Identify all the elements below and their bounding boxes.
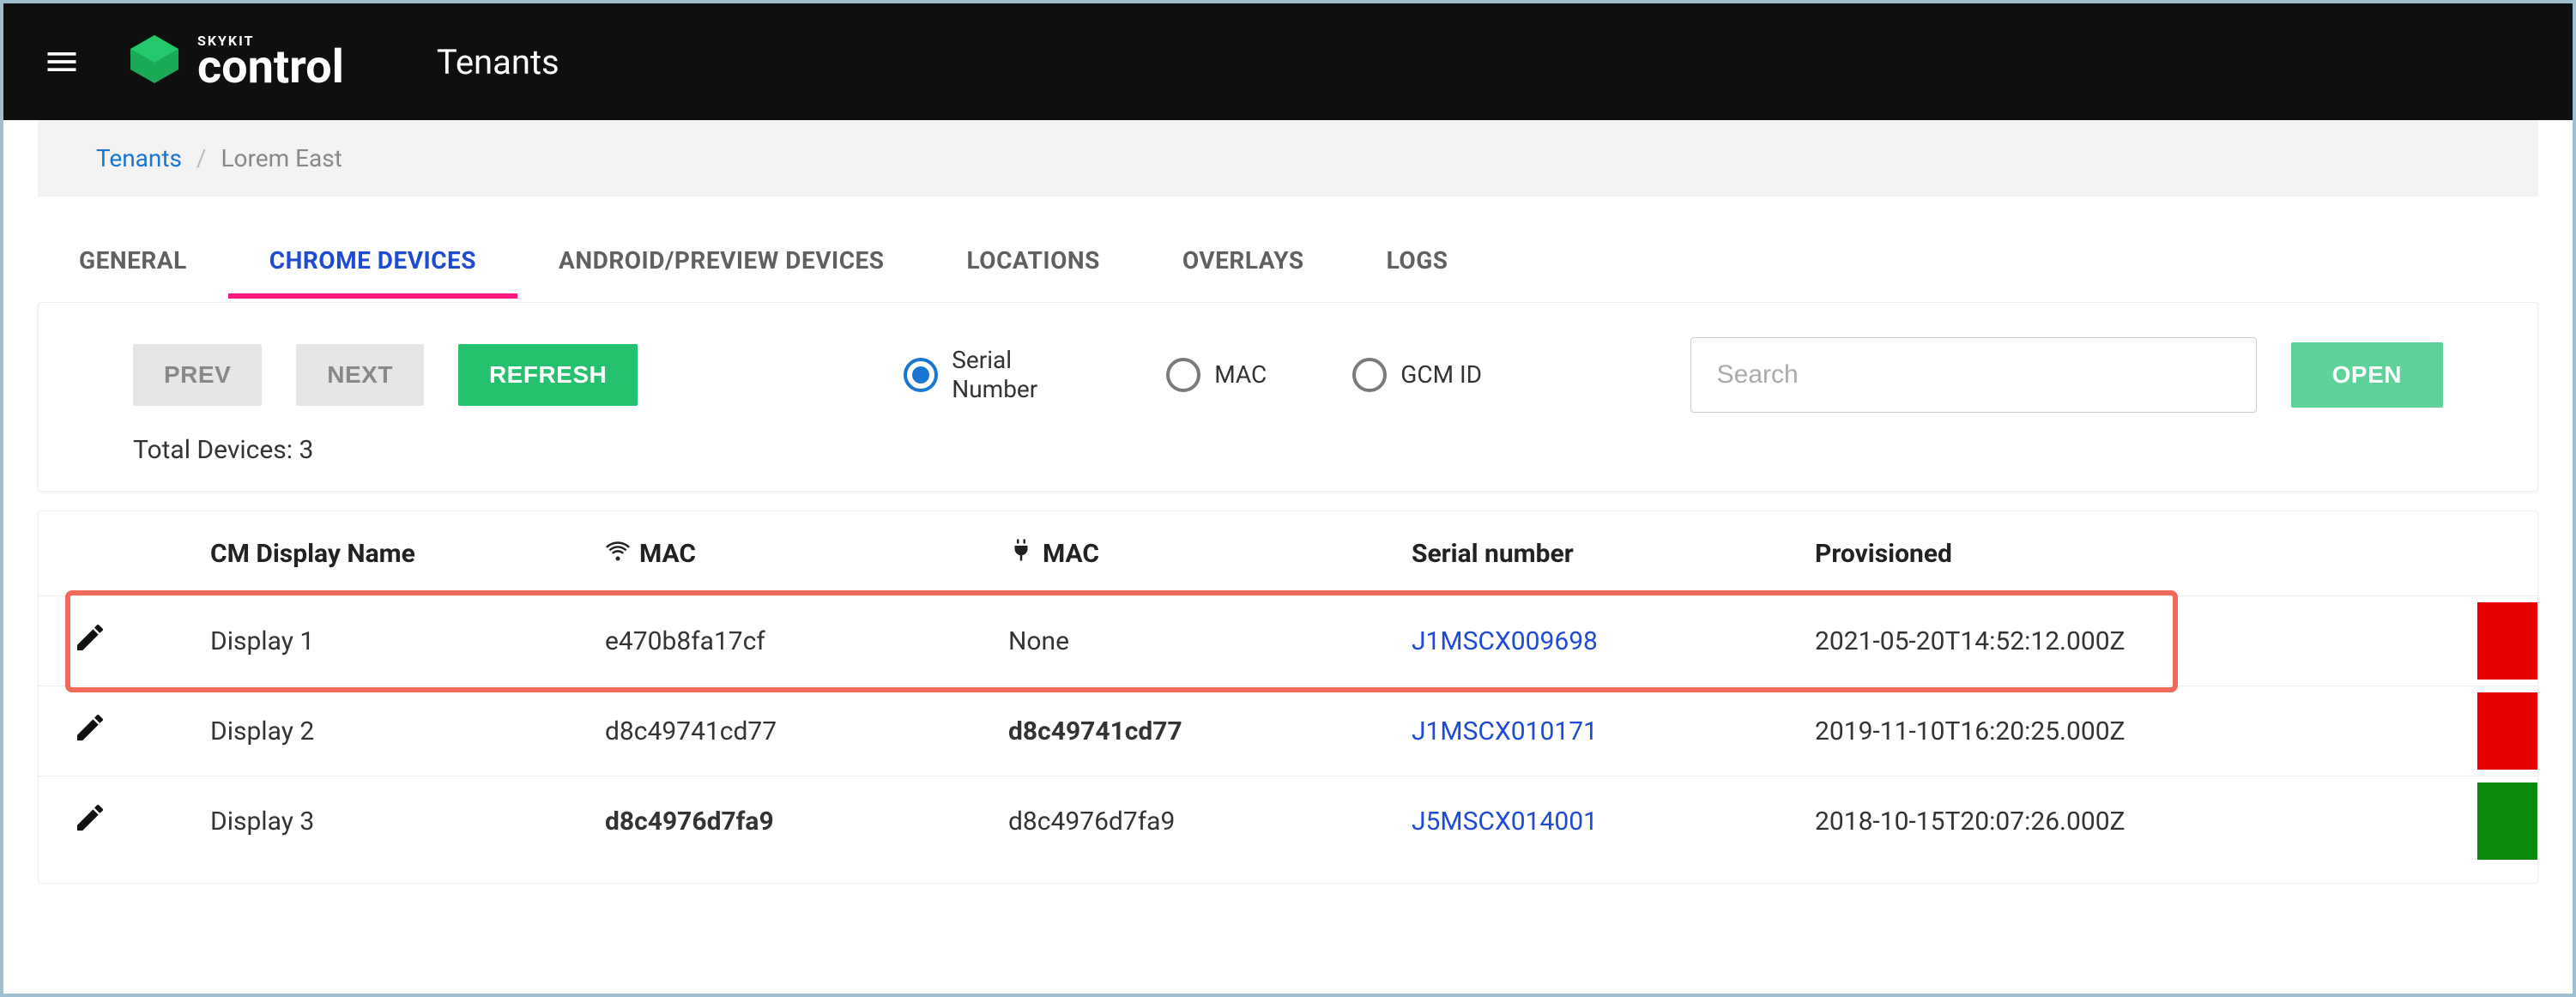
cell-wifi-mac: e470b8fa17cf [588, 596, 991, 686]
tab-locations[interactable]: LOCATIONS [926, 231, 1141, 299]
table-row[interactable]: Display 2d8c49741cd77d8c49741cd77J1MSCX0… [39, 686, 2537, 776]
edit-icon[interactable] [73, 801, 107, 835]
cell-provisioned: 2018-10-15T20:07:26.000Z [1798, 776, 2477, 867]
table-row[interactable]: Display 1e470b8fa17cfNone J1MSCX009698 202… [39, 596, 2537, 686]
toolbar-card: PREV NEXT REFRESH Serial Number MAC GCM … [38, 302, 2538, 492]
tab-android-preview-devices[interactable]: ANDROID/PREVIEW DEVICES [517, 231, 925, 299]
col-header-status [2477, 511, 2537, 596]
col-edit [39, 511, 142, 596]
serial-link[interactable]: J1MSCX010171 [1412, 716, 1598, 746]
cell-provisioned: 2021-05-20T14:52:12.000Z [1798, 596, 2477, 686]
brand-big-text: control [197, 47, 344, 89]
app-bar: SKYKIT control Tenants [3, 3, 2573, 120]
col-header-provisioned: Provisioned [1798, 511, 2477, 596]
wifi-icon [605, 537, 631, 570]
cell-provisioned: 2019-11-10T16:20:25.000Z [1798, 686, 2477, 776]
status-indicator [2477, 692, 2537, 770]
radio-label-serial: Serial Number [952, 346, 1080, 403]
devices-table: CM Display Name MAC [38, 511, 2538, 884]
hamburger-menu-icon[interactable] [38, 38, 86, 86]
col-header-name: CM Display Name [142, 511, 588, 596]
cell-serial: J1MSCX010171 [1394, 686, 1798, 776]
radio-icon[interactable] [904, 358, 938, 392]
refresh-button[interactable]: REFRESH [458, 344, 638, 406]
cell-eth-mac: d8c49741cd77 [991, 686, 1394, 776]
next-button[interactable]: NEXT [296, 344, 424, 406]
col-header-wifi-mac: MAC [588, 511, 991, 596]
radio-icon[interactable] [1166, 358, 1200, 392]
tabs: GENERAL CHROME DEVICES ANDROID/PREVIEW D… [3, 231, 2573, 299]
open-button[interactable]: OPEN [2291, 342, 2443, 408]
serial-link[interactable]: J1MSCX009698 [1412, 626, 1598, 656]
status-indicator [2477, 602, 2537, 680]
filter-radio-mac[interactable]: MAC [1166, 358, 1267, 392]
brand-logo: SKYKIT control [127, 32, 344, 93]
cell-status [2477, 686, 2537, 776]
col-header-eth-mac: MAC [991, 511, 1394, 596]
serial-link[interactable]: J5MSCX014001 [1412, 807, 1598, 837]
breadcrumb: Tenants / Lorem East [38, 120, 2538, 196]
breadcrumb-root-link[interactable]: Tenants [96, 144, 182, 172]
tab-general[interactable]: GENERAL [38, 231, 228, 299]
breadcrumb-separator: / [197, 144, 207, 172]
cell-wifi-mac: d8c49741cd77 [588, 686, 991, 776]
cell-serial: J5MSCX014001 [1394, 776, 1798, 867]
logo-icon [127, 32, 182, 93]
cell-eth-mac: None [991, 596, 1394, 686]
status-indicator [2477, 782, 2537, 860]
tab-overlays[interactable]: OVERLAYS [1141, 231, 1345, 299]
cell-display-name: Display 3 [142, 776, 588, 867]
app-title: Tenants [437, 42, 559, 82]
filter-radio-gcm[interactable]: GCM ID [1352, 358, 1482, 392]
tab-logs[interactable]: LOGS [1345, 231, 1490, 299]
radio-label-gcm: GCM ID [1400, 360, 1482, 390]
cell-display-name: Display 2 [142, 686, 588, 776]
radio-icon[interactable] [1352, 358, 1387, 392]
total-devices-label: Total Devices: 3 [133, 435, 2443, 465]
tab-chrome-devices[interactable]: CHROME DEVICES [228, 231, 517, 299]
prev-button[interactable]: PREV [133, 344, 262, 406]
table-row[interactable]: Display 3d8c4976d7fa9d8c4976d7fa9J5MSCX0… [39, 776, 2537, 867]
cell-wifi-mac: d8c4976d7fa9 [588, 776, 991, 867]
filter-radio-serial[interactable]: Serial Number [904, 346, 1080, 403]
plug-icon [1008, 537, 1034, 570]
search-input[interactable] [1690, 337, 2257, 413]
edit-icon[interactable] [73, 620, 107, 655]
cell-display-name: Display 1 [142, 596, 588, 686]
cell-status [2477, 776, 2537, 867]
col-header-serial: Serial number [1394, 511, 1798, 596]
radio-label-mac: MAC [1214, 360, 1267, 390]
breadcrumb-current: Lorem East [221, 144, 342, 172]
cell-eth-mac: d8c4976d7fa9 [991, 776, 1394, 867]
cell-status [2477, 596, 2537, 686]
edit-icon[interactable] [73, 710, 107, 745]
cell-serial: J1MSCX009698 [1394, 596, 1798, 686]
